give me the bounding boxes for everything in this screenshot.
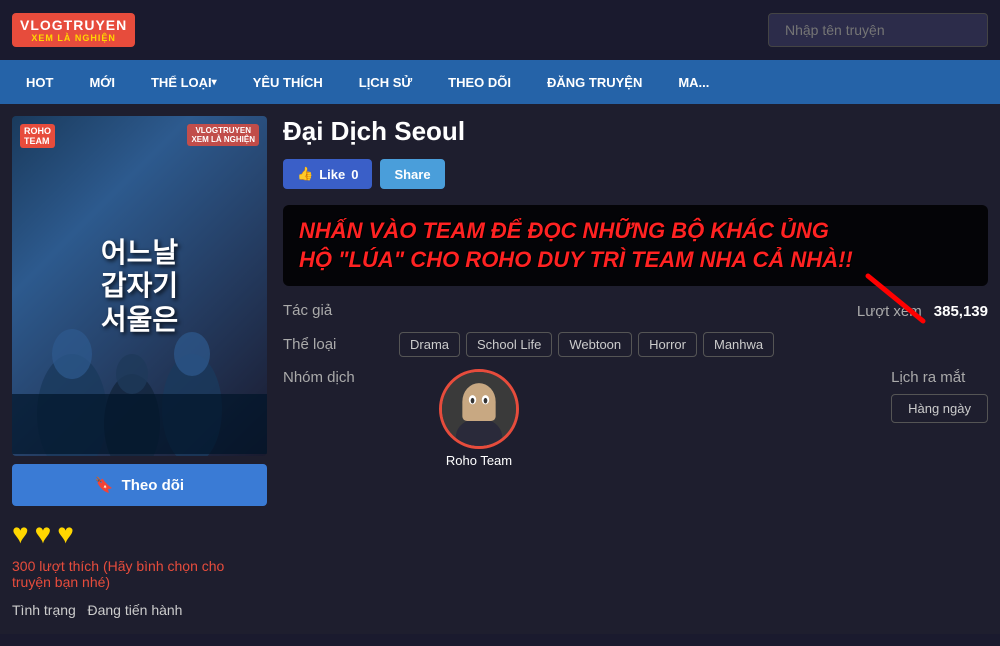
nav-yeu-thich[interactable]: YÊU THÍCH [235, 60, 341, 104]
promo-banner[interactable]: NHẤN VÀO TEAM ĐỂ ĐỌC NHỮNG BỘ KHÁC ỦNG H… [283, 205, 988, 286]
tinh-trang-label: Tình trạng [12, 602, 76, 618]
logo-main-text: VLOGTRUYEN [20, 17, 127, 33]
nav-lich-su[interactable]: LỊCH SỬ [341, 60, 430, 104]
star-1: ♥ [12, 518, 29, 550]
search-input[interactable] [768, 13, 988, 47]
tags-container: Drama School Life Webtoon Horror Manhwa [399, 332, 774, 357]
tinh-trang-value: Đang tiến hành [88, 602, 183, 618]
header: VLOGTRUYEN XEM LÀ NGHIỆN [0, 0, 1000, 60]
tag-drama[interactable]: Drama [399, 332, 460, 357]
nhom-dich-block: Nhóm dịch [283, 369, 519, 468]
main-content: ROHOTEAM VLOGTRUYENXEM LÀ NGHIỆN 어느날갑자기서… [0, 104, 1000, 634]
action-buttons: 👍 Like 0 Share [283, 159, 988, 189]
right-panel: Đại Dịch Seoul 👍 Like 0 Share NHẤN VÀO T… [283, 116, 988, 622]
vlog-badge: VLOGTRUYENXEM LÀ NGHIỆN [187, 124, 259, 146]
status-info: Tình trạng Đang tiến hành [12, 602, 267, 618]
logo-sub-text: XEM LÀ NGHIỆN [31, 33, 116, 43]
promo-text-line1: NHẤN VÀO TEAM ĐỂ ĐỌC NHỮNG BỘ KHÁC ỦNG [299, 217, 972, 246]
nav-moi[interactable]: MỚI [71, 60, 133, 104]
likes-count: 300 [12, 558, 35, 574]
follow-label: Theo dõi [122, 477, 185, 494]
promo-arrow-icon [848, 266, 948, 336]
tag-webtoon[interactable]: Webtoon [558, 332, 632, 357]
roho-badge: ROHOTEAM [20, 124, 55, 148]
nav-hot[interactable]: HOT [8, 60, 71, 104]
nav-theo-doi[interactable]: THEO DÕI [430, 60, 529, 104]
tac-gia-block: Tác giả [283, 302, 332, 320]
share-label: Share [394, 167, 430, 182]
tag-manhwa[interactable]: Manhwa [703, 332, 774, 357]
lich-ra-mat-value: Hàng ngày [891, 394, 988, 423]
nav-more[interactable]: MA... [660, 60, 727, 104]
tag-school-life[interactable]: School Life [466, 332, 552, 357]
left-panel: ROHOTEAM VLOGTRUYENXEM LÀ NGHIỆN 어느날갑자기서… [12, 116, 267, 622]
rating-stars[interactable]: ♥ ♥ ♥ [12, 518, 267, 550]
like-button[interactable]: 👍 Like 0 [283, 159, 372, 189]
tag-horror[interactable]: Horror [638, 332, 697, 357]
follow-button[interactable]: 🔖 Theo dõi [12, 464, 267, 506]
main-nav: HOT MỚI THỂ LOẠI YÊU THÍCH LỊCH SỬ THEO … [0, 60, 1000, 104]
likes-text: lượt thích [39, 558, 99, 574]
translator-card[interactable]: Roho Team [439, 369, 519, 468]
lich-ra-mat-label: Lịch ra mắt [891, 369, 988, 386]
the-loai-label: Thể loại [283, 336, 383, 353]
logo-box: VLOGTRUYEN XEM LÀ NGHIỆN [12, 13, 135, 47]
likes-info: 300 lượt thích (Hãy bình chọn cho truyện… [12, 558, 267, 590]
star-2: ♥ [35, 518, 52, 550]
translator-name: Roho Team [446, 453, 512, 468]
share-button[interactable]: Share [380, 159, 444, 189]
lich-ra-mat-block: Lịch ra mắt Hàng ngày [891, 369, 988, 423]
star-3: ♥ [57, 518, 74, 550]
translator-avatar [439, 369, 519, 449]
manga-title: Đại Dịch Seoul [283, 116, 988, 147]
logo[interactable]: VLOGTRUYEN XEM LÀ NGHIỆN [12, 13, 135, 47]
cover-image: ROHOTEAM VLOGTRUYENXEM LÀ NGHIỆN 어느날갑자기서… [12, 116, 267, 456]
thumbs-up-icon: 👍 [297, 166, 313, 182]
avatar-image [442, 369, 516, 449]
nhom-dich-lich-row: Nhóm dịch [283, 369, 988, 468]
cover-art [12, 252, 267, 456]
nav-the-loai[interactable]: THỂ LOẠI [133, 60, 235, 104]
nhom-dich-label: Nhóm dịch [283, 369, 423, 386]
tac-gia-label: Tác giả [283, 302, 332, 319]
bookmark-icon: 🔖 [95, 476, 114, 494]
nav-dang-truyen[interactable]: ĐĂNG TRUYỆN [529, 60, 660, 104]
like-count: 0 [351, 167, 358, 182]
like-label: Like [319, 167, 345, 182]
